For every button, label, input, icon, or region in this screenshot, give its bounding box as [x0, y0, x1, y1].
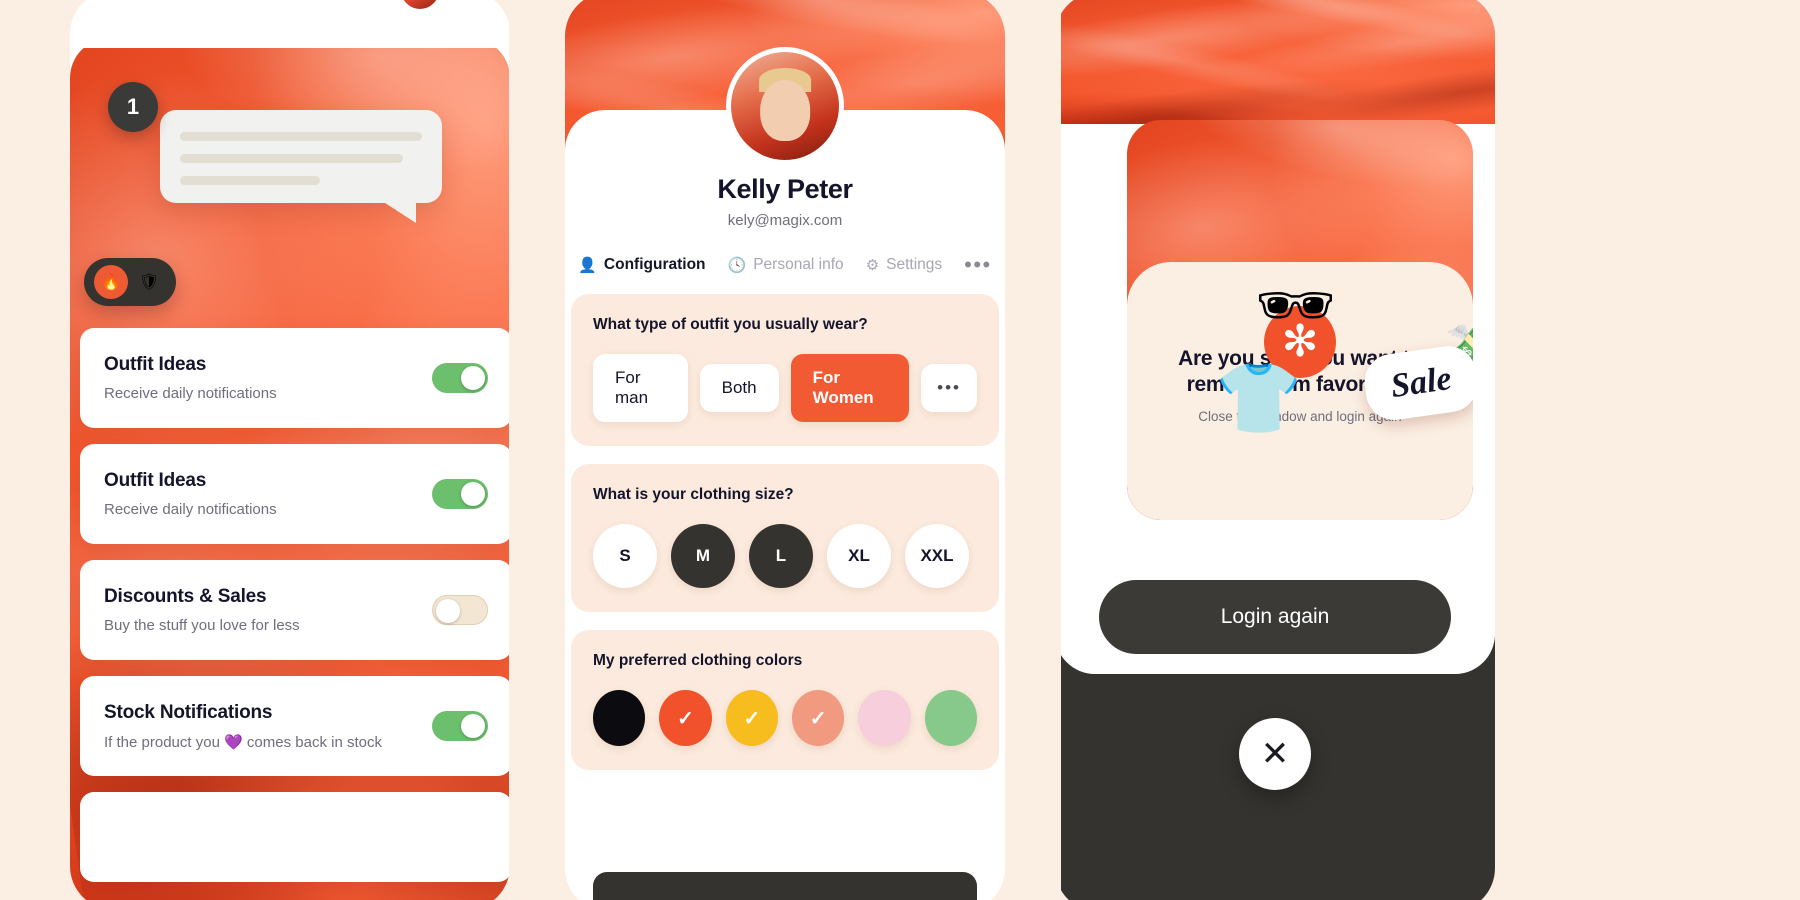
list-item[interactable]: Outfit Ideas Receive daily notifications — [80, 328, 510, 428]
color-swatch-green[interactable] — [924, 690, 977, 746]
tab-label: Configuration — [603, 256, 706, 273]
notification-toggle[interactable] — [432, 363, 488, 393]
notification-toggle[interactable] — [432, 479, 488, 509]
panel3-hero-background — [1055, 0, 1495, 124]
panel3-sheet: 🕶 👕 💸 Sale ✻ Are you sure you want to re… — [1055, 0, 1495, 674]
clock-icon: 🕓 — [727, 256, 747, 274]
notification-subtitle: If the product you 💜 comes back in stock — [104, 733, 382, 751]
color-swatch-salmon[interactable]: ✓ — [791, 690, 845, 746]
tabs-overflow-icon[interactable]: ••• — [964, 254, 992, 276]
notification-title: Outfit Ideas — [104, 354, 207, 375]
outfit-options-more-icon[interactable]: ••• — [921, 364, 977, 412]
confirm-dialog-phone-panel: 🕶 👕 💸 Sale ✻ Are you sure you want to re… — [1055, 0, 1495, 900]
skeleton-line — [180, 132, 422, 141]
tab-configuration[interactable]: 👤 Configuration — [578, 256, 705, 274]
notification-toggle[interactable] — [432, 595, 488, 625]
preferred-colors-card: My preferred clothing colors ✓ ✓ ✓ — [571, 630, 999, 770]
message-bubble — [160, 110, 442, 223]
tab-label: Personal info — [753, 256, 844, 273]
avatar[interactable] — [726, 47, 844, 165]
gear-icon: ⚙ — [865, 256, 880, 274]
profile-name: Kelly Peter — [717, 174, 853, 204]
size-option-xl[interactable]: XL — [827, 524, 891, 588]
colors-question-label: My preferred clothing colors — [593, 652, 803, 669]
profile-email: kely@magix.com — [727, 212, 843, 229]
notification-text: Stock Notifications If the product you 💜… — [104, 702, 382, 751]
color-swatch-black[interactable] — [593, 690, 646, 746]
list-item[interactable] — [80, 792, 510, 882]
size-option-s[interactable]: S — [593, 524, 657, 588]
color-swatch-yellow[interactable]: ✓ — [725, 690, 778, 746]
tshirt-sticker: 👕 — [1215, 359, 1303, 437]
tab-settings[interactable]: ⚙ Settings — [866, 256, 942, 274]
notification-title: Outfit Ideas — [104, 470, 207, 491]
skeleton-line — [180, 154, 403, 163]
sunglasses-sticker: 🕶 — [1255, 269, 1337, 341]
outfit-type-card: What type of outfit you usually wear? Fo… — [571, 294, 999, 446]
size-option-l[interactable]: L — [749, 524, 813, 588]
notification-text: Outfit Ideas Receive daily notifications — [104, 470, 277, 518]
notification-title: Discounts & Sales — [104, 586, 267, 607]
right-page-margin — [1495, 0, 1800, 900]
size-option-m[interactable]: M — [671, 524, 735, 588]
close-icon[interactable]: ✕ — [1239, 718, 1311, 790]
option-for-women[interactable]: For Women — [790, 354, 910, 422]
size-question-label: What is your clothing size? — [593, 486, 794, 503]
list-item[interactable]: Discounts & Sales Buy the stuff you love… — [80, 560, 510, 660]
profile-tabs: 👤 Configuration 🕓 Personal info ⚙ Settin… — [565, 254, 1005, 276]
size-option-xxl[interactable]: XXL — [905, 524, 969, 588]
option-for-man[interactable]: For man — [593, 354, 688, 422]
color-swatch-orange[interactable]: ✓ — [659, 690, 712, 746]
notification-title: Stock Notifications — [104, 701, 273, 723]
outfit-question-label: What type of outfit you usually wear? — [593, 316, 868, 333]
confirm-card-artwork: 🕶 👕 💸 Sale ✻ Are you sure you want to re… — [1127, 120, 1473, 520]
notification-text: Discounts & Sales Buy the stuff you love… — [104, 586, 300, 634]
notification-subtitle: Receive daily notifications — [104, 385, 277, 402]
fire-icon[interactable]: 🔥 — [94, 265, 128, 299]
size-options: S M L XL XXL — [593, 524, 977, 588]
profile-body: What type of outfit you usually wear? Fo… — [565, 294, 1005, 900]
option-both[interactable]: Both — [699, 364, 779, 412]
list-item[interactable]: Outfit Ideas Receive daily notifications — [80, 444, 510, 544]
panel-gutter-2 — [1005, 0, 1061, 900]
left-page-margin — [0, 0, 70, 900]
screenshot-stage: 1 🔥 🛡 Outfit Ideas Receive daily notific… — [0, 0, 1800, 900]
list-item[interactable]: Stock Notifications If the product you 💜… — [80, 676, 510, 776]
panel1-top-strip — [70, 0, 510, 48]
color-swatch-pink[interactable] — [858, 690, 911, 746]
panel2-bottom-bar[interactable] — [593, 872, 977, 900]
notification-settings-list: Outfit Ideas Receive daily notifications… — [80, 328, 510, 900]
person-icon: 👤 — [578, 256, 597, 274]
notification-count-badge: 1 — [108, 82, 158, 132]
clothing-size-card: What is your clothing size? S M L XL XXL — [571, 464, 999, 612]
panel-gutter-1 — [509, 0, 565, 900]
shield-check-icon[interactable]: 🛡 — [132, 265, 166, 299]
color-swatches: ✓ ✓ ✓ — [593, 690, 977, 746]
notification-text: Outfit Ideas Receive daily notifications — [104, 354, 277, 402]
tab-label: Settings — [886, 256, 943, 273]
skeleton-line — [180, 176, 321, 185]
login-again-button[interactable]: Login again — [1099, 580, 1451, 654]
notification-subtitle: Buy the stuff you love for less — [104, 617, 300, 634]
notification-subtitle: Receive daily notifications — [104, 501, 277, 518]
outfit-options: For man Both For Women ••• — [593, 354, 977, 422]
profile-phone-panel: Kelly Peter kely@magix.com 👤 Configurati… — [565, 0, 1005, 900]
tab-personal-info[interactable]: 🕓 Personal info — [728, 256, 844, 274]
icon-pill-group[interactable]: 🔥 🛡 — [84, 258, 176, 306]
notification-toggle[interactable] — [432, 711, 488, 741]
notifications-phone-panel: 1 🔥 🛡 Outfit Ideas Receive daily notific… — [70, 0, 510, 900]
